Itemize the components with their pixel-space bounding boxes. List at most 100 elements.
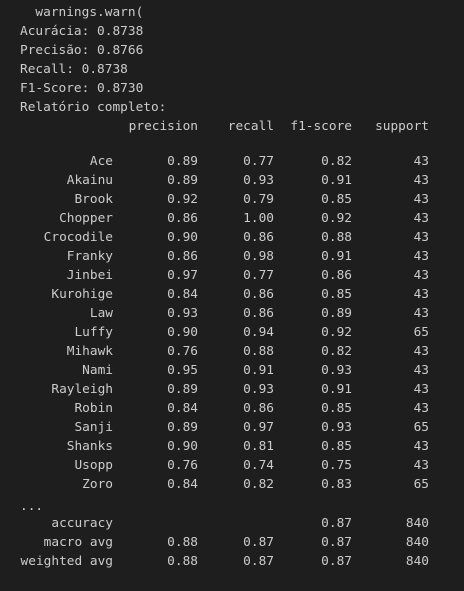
cell-precision: 0.86 bbox=[167, 249, 198, 264]
cell-label: Robin bbox=[74, 401, 113, 416]
cell-precision: 0.84 bbox=[167, 287, 198, 302]
cell-recall: 0.86 bbox=[243, 306, 274, 321]
cell-f1: 0.86 bbox=[321, 268, 352, 283]
cell-support: 840 bbox=[405, 516, 429, 531]
table-row: Akainu 0.89 0.93 0.91 43 bbox=[0, 171, 464, 190]
warning-line: warnings.warn( bbox=[20, 5, 144, 20]
cell-precision: 0.90 bbox=[167, 325, 198, 340]
cell-f1: 0.87 bbox=[321, 535, 352, 550]
cell-label: Crocodile bbox=[43, 230, 113, 245]
cell-recall: 0.86 bbox=[243, 287, 274, 302]
cell-recall: 0.77 bbox=[243, 268, 274, 283]
cell-f1: 0.87 bbox=[321, 554, 352, 569]
cell-precision: 0.95 bbox=[167, 363, 198, 378]
cell-label: weighted avg bbox=[20, 554, 113, 569]
table-row: Ace 0.89 0.77 0.82 43 bbox=[0, 152, 464, 171]
cell-precision: 0.89 bbox=[167, 382, 198, 397]
header-f1-score: f1-score bbox=[290, 119, 352, 134]
cell-label: Franky bbox=[66, 249, 113, 264]
cell-support: 43 bbox=[413, 211, 429, 226]
recall-line: Recall: 0.8738 bbox=[20, 62, 128, 77]
cell-label: macro avg bbox=[43, 535, 113, 550]
table-row: Kurohige 0.84 0.86 0.85 43 bbox=[0, 285, 464, 304]
cell-f1: 0.92 bbox=[321, 211, 352, 226]
table-row: Usopp 0.76 0.74 0.75 43 bbox=[0, 456, 464, 475]
cell-f1: 0.93 bbox=[321, 363, 352, 378]
table-row: Shanks 0.90 0.81 0.85 43 bbox=[0, 437, 464, 456]
cell-support: 43 bbox=[413, 287, 429, 302]
cell-label: Mihawk bbox=[66, 344, 113, 359]
accuracy-line: Acurácia: 0.8738 bbox=[20, 24, 144, 39]
cell-f1: 0.93 bbox=[321, 420, 352, 435]
cell-recall: 0.94 bbox=[243, 325, 274, 340]
cell-precision: 0.76 bbox=[167, 458, 198, 473]
cell-precision: 0.89 bbox=[167, 173, 198, 188]
cell-precision: 0.84 bbox=[167, 477, 198, 492]
cell-precision: 0.88 bbox=[167, 554, 198, 569]
f1-score-line: F1-Score: 0.8730 bbox=[20, 81, 144, 96]
header-recall: recall bbox=[227, 119, 274, 134]
cell-support: 65 bbox=[413, 420, 429, 435]
table-row: Nami 0.95 0.91 0.93 43 bbox=[0, 361, 464, 380]
table-row: Mihawk 0.76 0.88 0.82 43 bbox=[0, 342, 464, 361]
cell-support: 43 bbox=[413, 344, 429, 359]
cell-f1: 0.92 bbox=[321, 325, 352, 340]
table-row: Sanji 0.89 0.97 0.93 65 bbox=[0, 418, 464, 437]
cell-label: Zoro bbox=[82, 477, 113, 492]
cell-f1: 0.89 bbox=[321, 306, 352, 321]
table-row: Zoro 0.84 0.82 0.83 65 bbox=[0, 475, 464, 494]
table-row: Franky 0.86 0.98 0.91 43 bbox=[0, 247, 464, 266]
cell-support: 43 bbox=[413, 192, 429, 207]
cell-support: 43 bbox=[413, 363, 429, 378]
cell-label: accuracy bbox=[51, 516, 113, 531]
cell-recall: 0.98 bbox=[243, 249, 274, 264]
table-row: Luffy 0.90 0.94 0.92 65 bbox=[0, 323, 464, 342]
cell-support: 840 bbox=[405, 535, 429, 550]
table-row: Jinbei 0.97 0.77 0.86 43 bbox=[0, 266, 464, 285]
cell-precision: 0.90 bbox=[167, 439, 198, 454]
table-row: Rayleigh 0.89 0.93 0.91 43 bbox=[0, 380, 464, 399]
cell-f1: 0.91 bbox=[321, 382, 352, 397]
table-row: Robin 0.84 0.86 0.85 43 bbox=[0, 399, 464, 418]
cell-support: 840 bbox=[405, 554, 429, 569]
cell-precision: 0.90 bbox=[167, 230, 198, 245]
report-header-row: precision recall f1-score support bbox=[0, 117, 464, 136]
cell-label: Sanji bbox=[74, 420, 113, 435]
cell-label: Luffy bbox=[74, 325, 113, 340]
cell-recall: 0.87 bbox=[243, 554, 274, 569]
cell-label: Law bbox=[89, 306, 113, 321]
cell-recall: 0.93 bbox=[243, 173, 274, 188]
cell-support: 43 bbox=[413, 382, 429, 397]
cell-f1: 0.82 bbox=[321, 344, 352, 359]
cell-f1: 0.85 bbox=[321, 439, 352, 454]
cell-f1: 0.83 bbox=[321, 477, 352, 492]
cell-support: 43 bbox=[413, 173, 429, 188]
cell-recall: 0.81 bbox=[243, 439, 274, 454]
cell-precision: 0.92 bbox=[167, 192, 198, 207]
cell-support: 43 bbox=[413, 249, 429, 264]
table-row: macro avg 0.88 0.87 0.87 840 bbox=[0, 533, 464, 552]
cell-recall: 0.87 bbox=[243, 535, 274, 550]
cell-recall bbox=[198, 514, 274, 533]
cell-f1: 0.82 bbox=[321, 154, 352, 169]
table-row: Brook 0.92 0.79 0.85 43 bbox=[0, 190, 464, 209]
cell-recall: 0.82 bbox=[243, 477, 274, 492]
cell-precision: 0.93 bbox=[167, 306, 198, 321]
cell-support: 43 bbox=[413, 268, 429, 283]
cell-support: 43 bbox=[413, 439, 429, 454]
table-row: accuracy 0.87 840 bbox=[0, 514, 464, 533]
output-console[interactable]: warnings.warn( Acurácia: 0.8738 Precisão… bbox=[0, 0, 464, 591]
cell-precision: 0.84 bbox=[167, 401, 198, 416]
cell-support: 43 bbox=[413, 458, 429, 473]
header-precision: precision bbox=[128, 119, 198, 134]
report-title: Relatório completo: bbox=[20, 100, 167, 115]
cell-f1: 0.91 bbox=[321, 249, 352, 264]
cell-label: Usopp bbox=[74, 458, 113, 473]
cell-f1: 0.85 bbox=[321, 192, 352, 207]
cell-label: Kurohige bbox=[51, 287, 113, 302]
cell-recall: 0.86 bbox=[243, 230, 274, 245]
cell-f1: 0.85 bbox=[321, 287, 352, 302]
cell-precision: 0.97 bbox=[167, 268, 198, 283]
cell-f1: 0.88 bbox=[321, 230, 352, 245]
cell-precision: 0.88 bbox=[167, 535, 198, 550]
